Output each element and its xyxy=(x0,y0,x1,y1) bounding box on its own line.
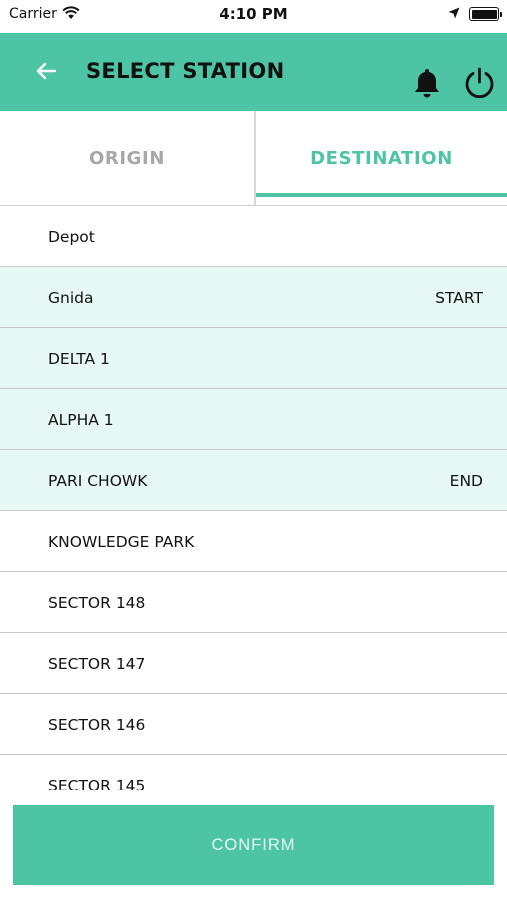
station-row-depot[interactable]: Depot xyxy=(0,206,507,267)
page-title: SELECT STATION xyxy=(86,59,285,83)
end-tag: END xyxy=(449,472,483,490)
power-icon[interactable] xyxy=(463,66,496,99)
tab-origin[interactable]: ORIGIN xyxy=(0,111,254,205)
location-arrow-icon xyxy=(448,7,460,19)
station-tabs: ORIGIN DESTINATION xyxy=(0,111,507,205)
clock: 4:10 PM xyxy=(219,5,288,23)
station-name: SECTOR 146 xyxy=(48,716,146,734)
station-name: PARI CHOWK xyxy=(48,472,148,490)
tab-destination-label: DESTINATION xyxy=(310,147,453,169)
active-tab-indicator xyxy=(256,193,507,197)
confirm-bar: CONFIRM xyxy=(0,790,507,900)
station-row-knowledge-park[interactable]: KNOWLEDGE PARK xyxy=(0,511,507,572)
station-row-sector-146[interactable]: SECTOR 146 xyxy=(0,694,507,755)
station-name: SECTOR 148 xyxy=(48,594,146,612)
station-row-delta-1[interactable]: DELTA 1 xyxy=(0,328,507,389)
station-name: SECTOR 147 xyxy=(48,655,146,673)
station-row-gnida[interactable]: Gnida START xyxy=(0,267,507,328)
station-name: DELTA 1 xyxy=(48,350,110,368)
station-row-sector-147[interactable]: SECTOR 147 xyxy=(0,633,507,694)
app-header: SELECT STATION xyxy=(0,33,507,111)
station-name: KNOWLEDGE PARK xyxy=(48,533,195,551)
station-row-sector-148[interactable]: SECTOR 148 xyxy=(0,572,507,633)
station-row-pari-chowk[interactable]: PARI CHOWK END xyxy=(0,450,507,511)
confirm-button[interactable]: CONFIRM xyxy=(13,805,494,885)
station-name: ALPHA 1 xyxy=(48,411,114,429)
status-bar: Carrier 4:10 PM xyxy=(0,0,507,33)
station-row-alpha-1[interactable]: ALPHA 1 xyxy=(0,389,507,450)
back-arrow-icon[interactable] xyxy=(34,59,58,83)
station-list[interactable]: Depot Gnida START DELTA 1 ALPHA 1 PARI C… xyxy=(0,206,507,800)
start-tag: START xyxy=(435,289,483,307)
tab-destination[interactable]: DESTINATION xyxy=(254,111,507,205)
battery-icon xyxy=(469,7,502,21)
station-name: Gnida xyxy=(48,289,94,307)
station-name: Depot xyxy=(48,228,95,246)
bell-icon[interactable] xyxy=(412,67,442,99)
